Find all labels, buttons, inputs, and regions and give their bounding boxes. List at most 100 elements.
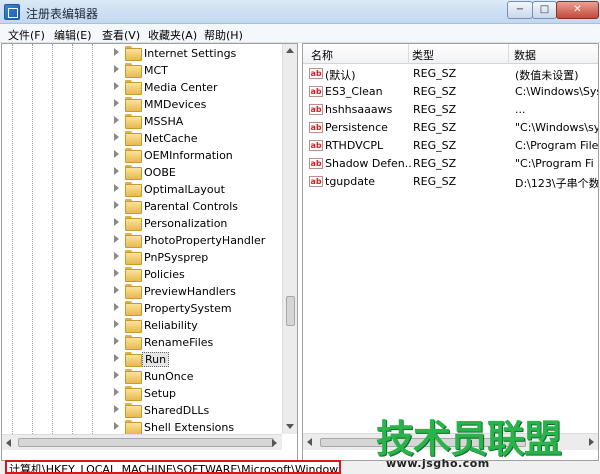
tree-item[interactable]: Parental Controls: [2, 198, 284, 215]
watermark-title: 技术员联盟: [376, 417, 562, 461]
tree-item[interactable]: Personalization: [2, 215, 284, 232]
value-data: "C:\Windows\sy: [515, 121, 599, 134]
expand-arrow-icon[interactable]: [114, 48, 119, 56]
tree-item[interactable]: PhotoPropertyHandler: [2, 232, 284, 249]
minimize-button[interactable]: −: [507, 1, 533, 19]
tree-item[interactable]: MSSHA: [2, 113, 284, 130]
tree-item[interactable]: NetCache: [2, 130, 284, 147]
tree-item[interactable]: Policies: [2, 266, 284, 283]
expand-arrow-icon[interactable]: [114, 82, 119, 90]
tree-horizontal-scrollbar[interactable]: [2, 434, 282, 450]
expand-arrow-icon[interactable]: [114, 337, 119, 345]
tree-item-label: Shell Extensions: [144, 421, 235, 434]
close-button[interactable]: ✕: [556, 1, 599, 19]
current-key-path: 计算机\HKEY_LOCAL_MACHINE\SOFTWARE\Microsof…: [9, 463, 339, 474]
value-type: REG_SZ: [413, 103, 457, 116]
tree-item[interactable]: MCT: [2, 62, 284, 79]
tree-item-label: Run: [142, 352, 170, 367]
tree-scroll-thumb[interactable]: [286, 296, 295, 326]
tree-hscroll-thumb[interactable]: [18, 438, 274, 447]
expand-arrow-icon[interactable]: [114, 303, 119, 311]
value-name: ES3_Clean: [325, 85, 383, 98]
value-data: D:\123\子串个数: [515, 177, 599, 190]
expand-arrow-icon[interactable]: [114, 235, 119, 243]
registry-values-list[interactable]: 名称 类型 数据 ab (默认) REG_SZ (数值未设置) ab ES3_Clean R…: [302, 43, 599, 461]
tree-item[interactable]: PreviewHandlers: [2, 283, 284, 300]
scroll-left-icon[interactable]: [307, 438, 312, 446]
tree-item[interactable]: Reliability: [2, 317, 284, 334]
folder-icon: [125, 403, 142, 418]
expand-arrow-icon[interactable]: [114, 269, 119, 277]
expand-arrow-icon[interactable]: [114, 286, 119, 294]
menu-view[interactable]: 查看(V): [102, 27, 140, 43]
menu-help[interactable]: 帮助(H): [204, 27, 243, 43]
tree-item-label: MCT: [144, 64, 168, 77]
tree-item[interactable]: Media Center: [2, 79, 284, 96]
tree-item[interactable]: OOBE: [2, 164, 284, 181]
expand-arrow-icon[interactable]: [114, 167, 119, 175]
tree-item[interactable]: Internet Settings: [2, 45, 284, 62]
maximize-button[interactable]: □: [532, 1, 557, 19]
expand-arrow-icon[interactable]: [114, 99, 119, 107]
folder-icon: [125, 97, 142, 112]
folder-icon: [125, 131, 142, 146]
expand-arrow-icon[interactable]: [114, 354, 119, 362]
value-row[interactable]: ab RTHDVCPL REG_SZ C:\Program File: [303, 137, 598, 155]
tree-item[interactable]: Setup: [2, 385, 284, 402]
scroll-down-icon[interactable]: [286, 424, 294, 429]
title-bar: 注册表编辑器 − □ ✕: [0, 0, 600, 24]
tree-item[interactable]: SharedDLLs: [2, 402, 284, 419]
scroll-right-icon[interactable]: [272, 439, 277, 447]
expand-arrow-icon[interactable]: [114, 320, 119, 328]
value-type: REG_SZ: [413, 67, 457, 80]
expand-arrow-icon[interactable]: [114, 65, 119, 73]
tree-item[interactable]: PropertySystem: [2, 300, 284, 317]
value-row[interactable]: ab hshhsaaaws REG_SZ...: [303, 101, 598, 119]
registry-key-tree[interactable]: Internet Settings MCT Media Center MMDevice…: [1, 43, 298, 461]
tree-item[interactable]: PnPSysprep: [2, 249, 284, 266]
string-value-icon: ab: [309, 158, 323, 169]
value-row[interactable]: ab tgupdate REG_SZ D:\123\子串个数: [303, 173, 599, 191]
expand-arrow-icon[interactable]: [114, 422, 119, 430]
tree-vertical-scrollbar[interactable]: [282, 44, 297, 434]
menu-edit[interactable]: 编辑(E): [54, 27, 92, 43]
expand-arrow-icon[interactable]: [114, 252, 119, 260]
column-header-data[interactable]: 数据: [514, 47, 536, 63]
tree-item-label: MMDevices: [144, 98, 207, 111]
tree-item[interactable]: OptimalLayout: [2, 181, 284, 198]
value-row[interactable]: ab Persistence REG_SZ "C:\Windows\sy: [303, 119, 599, 137]
tree-item[interactable]: OEMInformation: [2, 147, 284, 164]
value-data: (数值未设置): [515, 69, 579, 82]
tree-item[interactable]: RenameFiles: [2, 334, 284, 351]
expand-arrow-icon[interactable]: [114, 150, 119, 158]
menu-file[interactable]: 文件(F): [8, 27, 45, 43]
menu-favorites[interactable]: 收藏夹(A): [148, 27, 197, 43]
tree-item-label: PreviewHandlers: [144, 285, 236, 298]
tree-item-label: Personalization: [144, 217, 228, 230]
window-title: 注册表编辑器: [26, 7, 99, 21]
value-row[interactable]: ab (默认) REG_SZ (数值未设置): [303, 65, 598, 83]
value-row[interactable]: ab Shadow Defen... REG_SZ "C:\Program Fi: [303, 155, 598, 173]
expand-arrow-icon[interactable]: [114, 201, 119, 209]
string-value-icon: ab: [309, 104, 323, 115]
tree-item[interactable]: RunOnce: [2, 368, 284, 385]
folder-icon: [125, 199, 142, 214]
tree-item[interactable]: MMDevices: [2, 96, 284, 113]
tree-item-label: PhotoPropertyHandler: [144, 234, 266, 247]
column-header-type[interactable]: 类型: [412, 47, 434, 63]
tree-item[interactable]: Run: [2, 351, 284, 368]
expand-arrow-icon[interactable]: [114, 371, 119, 379]
column-header-name[interactable]: 名称: [311, 47, 333, 63]
string-value-icon: ab: [309, 68, 323, 79]
expand-arrow-icon[interactable]: [114, 388, 119, 396]
expand-arrow-icon[interactable]: [114, 405, 119, 413]
value-row[interactable]: ab ES3_Clean REG_SZ C:\Windows\Sys: [303, 83, 598, 101]
scroll-up-icon[interactable]: [286, 48, 294, 53]
expand-arrow-icon[interactable]: [114, 116, 119, 124]
tree-item-label: Reliability: [144, 319, 198, 332]
folder-icon: [125, 63, 142, 78]
expand-arrow-icon[interactable]: [114, 218, 119, 226]
scroll-left-icon[interactable]: [6, 439, 11, 447]
expand-arrow-icon[interactable]: [114, 133, 119, 141]
expand-arrow-icon[interactable]: [114, 184, 119, 192]
